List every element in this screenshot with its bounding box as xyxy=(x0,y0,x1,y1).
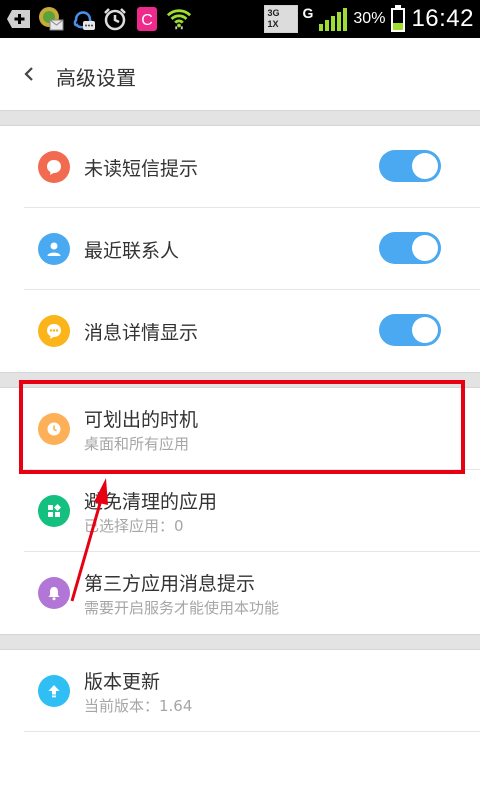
network-3g-label: 3G xyxy=(267,8,280,18)
email-app-icon xyxy=(38,6,64,32)
svg-text:C: C xyxy=(141,12,153,29)
row-separator xyxy=(24,731,480,732)
network-g-label: G xyxy=(302,5,314,21)
contact-person-icon xyxy=(38,233,70,265)
setting-row-protected-apps[interactable]: 避免清理的应用 已选择应用：0 xyxy=(0,470,480,552)
upload-arrow-icon xyxy=(38,675,70,707)
alarm-clock-icon xyxy=(102,6,128,32)
system-status: 3G 1X G 30% 16:42 xyxy=(263,0,474,38)
setting-subtitle: 当前版本：1.64 xyxy=(84,697,193,715)
advanced-settings-screen: C 3G 1X G 30% 16:42 高级设置 未读短信提示 最近联系人 消息… xyxy=(0,0,480,800)
network-type-badge: 3G 1X xyxy=(263,5,298,33)
setting-label: 消息详情显示 xyxy=(84,322,199,344)
setting-row-third-party-notifications[interactable]: 第三方应用消息提示 需要开启服务才能使用本功能 xyxy=(0,552,480,634)
page-header: 高级设置 xyxy=(0,38,480,110)
wifi-icon xyxy=(166,6,192,32)
setting-label: 未读短信提示 xyxy=(84,158,199,180)
bell-icon xyxy=(38,577,70,609)
setting-row-recent-contacts[interactable]: 最近联系人 xyxy=(0,208,480,290)
setting-subtitle: 需要开启服务才能使用本功能 xyxy=(84,599,280,617)
clock-time: 16:42 xyxy=(411,5,474,32)
setting-label: 第三方应用消息提示 xyxy=(84,573,256,595)
setting-label: 版本更新 xyxy=(84,671,161,693)
apps-grid-icon xyxy=(38,495,70,527)
setting-row-version-update[interactable]: 版本更新 当前版本：1.64 xyxy=(0,650,480,732)
page-title: 高级设置 xyxy=(56,66,136,90)
network-1x-label: 1X xyxy=(267,19,279,29)
setting-label: 最近联系人 xyxy=(84,240,180,262)
section-divider xyxy=(0,634,480,650)
message-details-toggle[interactable] xyxy=(379,314,441,346)
chat-dots-icon xyxy=(38,315,70,347)
setting-row-message-details[interactable]: 消息详情显示 xyxy=(0,290,480,372)
recent-contacts-toggle[interactable] xyxy=(379,232,441,264)
message-bubble-icon xyxy=(38,151,70,183)
setting-row-unread-sms[interactable]: 未读短信提示 xyxy=(0,126,480,208)
status-bar: C 3G 1X G 30% 16:42 xyxy=(0,0,480,38)
signal-strength-icon xyxy=(319,8,348,31)
section-divider xyxy=(0,110,480,126)
highlight-box xyxy=(19,380,465,474)
add-notification-icon xyxy=(6,6,32,32)
app-c-icon: C xyxy=(134,6,160,32)
qq-chat-icon xyxy=(70,6,96,32)
battery-percent: 30% xyxy=(353,10,386,27)
notification-icons: C xyxy=(0,6,192,32)
back-arrow-icon[interactable] xyxy=(20,64,38,84)
unread-sms-toggle[interactable] xyxy=(379,150,441,182)
setting-label: 避免清理的应用 xyxy=(84,491,218,513)
setting-subtitle: 已选择应用：0 xyxy=(84,517,184,535)
battery-icon xyxy=(391,5,406,32)
